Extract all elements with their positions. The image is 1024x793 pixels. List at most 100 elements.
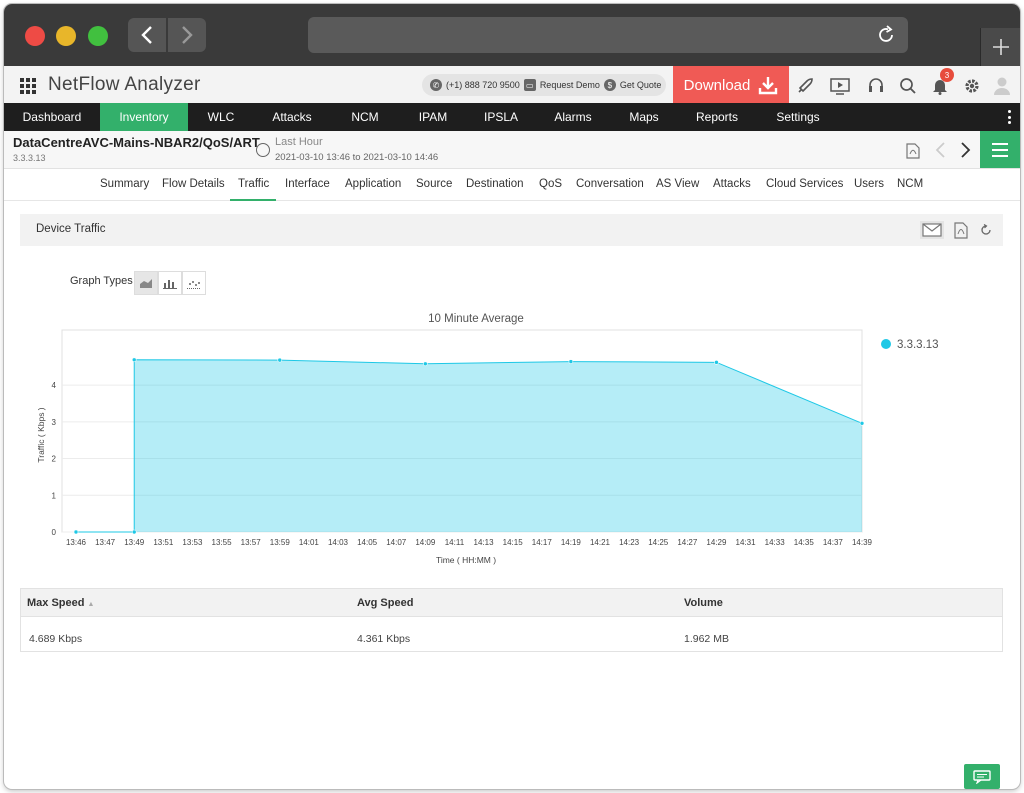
tab-ncm[interactable]: NCM (897, 178, 923, 190)
new-tab-button[interactable] (980, 28, 1020, 66)
request-demo-link[interactable]: Request Demo (540, 80, 600, 90)
download-button[interactable]: Download (673, 66, 789, 104)
x-tick-label: 14:03 (328, 538, 349, 547)
x-tick-label: 14:37 (823, 538, 844, 547)
tab-application[interactable]: Application (345, 178, 401, 190)
avg-speed-value: 4.361 Kbps (357, 633, 411, 645)
data-point (277, 357, 283, 363)
email-icon[interactable] (920, 221, 944, 239)
nav-ncm[interactable]: NCM (330, 103, 400, 131)
user-avatar-icon[interactable] (992, 76, 1012, 96)
tab-summary[interactable]: Summary (100, 178, 149, 190)
column-header-volume[interactable]: Volume (684, 597, 723, 609)
maximize-window-button[interactable] (88, 26, 108, 46)
tab-interface[interactable]: Interface (285, 178, 330, 190)
tab-cloud-services[interactable]: Cloud Services (766, 178, 843, 190)
nav-alarms[interactable]: Alarms (536, 103, 610, 131)
data-point (131, 529, 137, 535)
x-tick-label: 14:11 (445, 538, 465, 547)
chat-button[interactable] (964, 764, 1000, 789)
volume-value: 1.962 MB (684, 633, 729, 645)
video-icon[interactable] (830, 76, 850, 96)
clock-icon[interactable] (256, 143, 270, 157)
tab-flow-details[interactable]: Flow Details (162, 178, 225, 190)
nav-ipsla[interactable]: IPSLA (466, 103, 536, 131)
y-tick-label: 2 (52, 455, 57, 464)
next-device-icon[interactable] (956, 141, 974, 159)
data-point (73, 529, 79, 535)
device-traffic-panel-header: Device Traffic (20, 214, 1003, 246)
tab-attacks[interactable]: Attacks (713, 178, 751, 190)
reload-icon[interactable] (876, 25, 896, 45)
tab-qos[interactable]: QoS (539, 178, 562, 190)
x-tick-label: 14:27 (677, 538, 698, 547)
close-window-button[interactable] (25, 26, 45, 46)
tab-users[interactable]: Users (854, 178, 884, 190)
column-header-max-speed[interactable]: Max Speed ▲ (27, 597, 94, 609)
address-bar[interactable] (308, 17, 908, 53)
forward-button[interactable] (168, 18, 206, 52)
nav-wlc[interactable]: WLC (188, 103, 254, 131)
download-icon (759, 77, 778, 95)
demo-icon: ▭ (523, 79, 536, 91)
chevron-left-icon (141, 26, 152, 44)
data-point (859, 420, 865, 426)
back-button[interactable] (128, 18, 166, 52)
scatter-graph-button[interactable] (182, 271, 206, 295)
nav-attacks[interactable]: Attacks (254, 103, 330, 131)
y-tick-label: 4 (52, 381, 57, 390)
plus-icon (992, 39, 1009, 55)
nav-maps[interactable]: Maps (610, 103, 678, 131)
time-period-label[interactable]: Last Hour (275, 136, 323, 148)
pdf-icon[interactable] (952, 221, 970, 239)
nav-ipam[interactable]: IPAM (400, 103, 466, 131)
x-tick-label: 14:33 (765, 538, 786, 547)
rocket-icon[interactable] (795, 76, 815, 96)
area-graph-button[interactable] (134, 271, 158, 295)
device-info-bar: DataCentreAVC-Mains-NBAR2/QoS/ART 3.3.3.… (4, 131, 1020, 169)
more-menu-icon[interactable] (1008, 110, 1012, 124)
tab-destination[interactable]: Destination (466, 178, 524, 190)
phone-number[interactable]: (+1) 888 720 9500 (446, 80, 520, 90)
minimize-window-button[interactable] (56, 26, 76, 46)
get-quote-link[interactable]: Get Quote (620, 80, 662, 90)
device-traffic-chart: 0 1 2 3 4 13:46 13:47 13:49 13:51 13:53 13:55 13:57… (36, 313, 939, 565)
refresh-icon[interactable] (978, 221, 994, 239)
sub-tabs: Summary Flow Details Traffic Interface A… (4, 169, 1020, 201)
previous-device-icon[interactable] (932, 141, 950, 159)
x-tick-label: 14:15 (503, 538, 524, 547)
app-header: NetFlow Analyzer ✆ (+1) 888 720 9500 ▭ R… (4, 66, 1020, 104)
bar-graph-button[interactable] (158, 271, 182, 295)
nav-inventory[interactable]: Inventory (100, 103, 188, 131)
x-tick-label: 14:19 (561, 538, 582, 547)
active-tab-indicator (230, 199, 276, 201)
gear-icon[interactable] (962, 76, 982, 96)
tab-conversation[interactable]: Conversation (576, 178, 644, 190)
y-axis-label: Traffic ( Kbps ) (36, 407, 46, 462)
column-header-avg-speed[interactable]: Avg Speed (357, 597, 413, 609)
headset-icon[interactable] (866, 76, 886, 96)
x-tick-label: 13:46 (66, 538, 87, 547)
x-tick-label: 13:47 (95, 538, 116, 547)
y-tick-label: 3 (52, 418, 57, 427)
tab-traffic[interactable]: Traffic (238, 178, 269, 190)
x-tick-label: 13:55 (212, 538, 233, 547)
pdf-export-icon[interactable] (906, 143, 920, 159)
nav-reports[interactable]: Reports (678, 103, 756, 131)
tab-source[interactable]: Source (416, 178, 452, 190)
x-tick-label: 13:53 (182, 538, 203, 547)
nav-dashboard[interactable]: Dashboard (4, 103, 100, 131)
tab-as-view[interactable]: AS View (656, 178, 699, 190)
x-tick-label: 14:35 (794, 538, 815, 547)
nav-settings[interactable]: Settings (756, 103, 840, 131)
search-icon[interactable] (898, 76, 918, 96)
main-navigation: Dashboard Inventory WLC Attacks NCM IPAM… (4, 103, 1020, 131)
chat-icon (973, 769, 991, 784)
chart-title: 10 Minute Average (428, 313, 524, 325)
side-menu-button[interactable] (980, 131, 1020, 168)
app-grid-icon[interactable] (20, 78, 36, 94)
x-tick-label: 14:13 (474, 538, 495, 547)
x-tick-label: 14:29 (706, 538, 727, 547)
notification-badge: 3 (940, 68, 954, 82)
x-tick-label: 13:49 (124, 538, 145, 547)
